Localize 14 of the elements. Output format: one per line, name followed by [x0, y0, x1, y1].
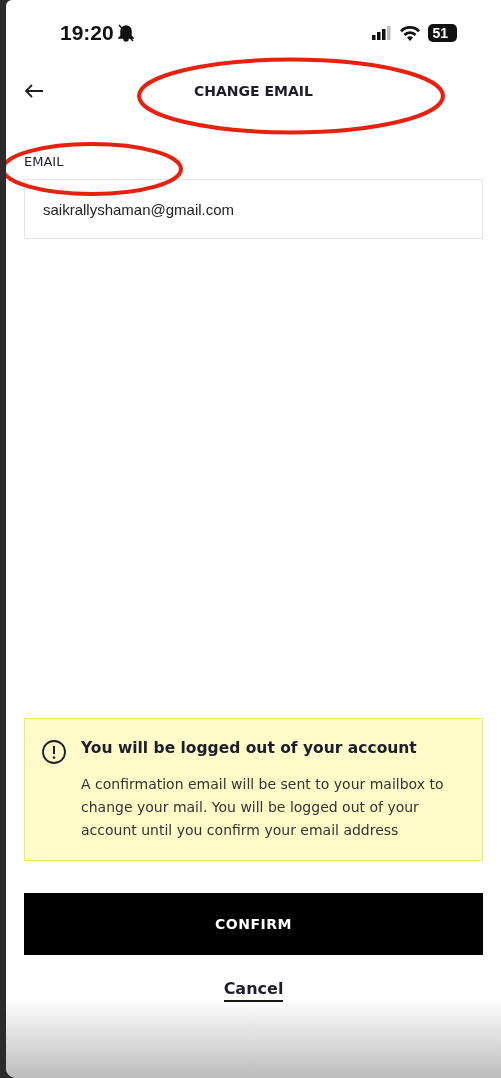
- notice-body: A confirmation email will be sent to your mailbox to change your mail. You will be logged out of your account until you confirm your email address: [81, 775, 445, 840]
- cancel-link[interactable]: Cancel: [223, 979, 284, 1002]
- email-label: EMAIL: [24, 154, 64, 169]
- notice-title: You will be logged out of your account: [81, 739, 418, 759]
- exclamation-circle-icon: [41, 739, 67, 765]
- back-arrow-icon[interactable]: [24, 83, 44, 99]
- bell-muted-icon: [117, 24, 134, 42]
- email-input-field[interactable]: saikrallyshaman@gmail.com: [24, 179, 483, 239]
- wifi-icon: [400, 25, 421, 41]
- signal-icon: [372, 26, 393, 40]
- screen-title: CHANGE EMAIL: [193, 83, 314, 99]
- battery-level: 51: [428, 24, 457, 42]
- confirm-button[interactable]: CONFIRM: [24, 893, 483, 955]
- status-time: 19:20: [60, 21, 114, 45]
